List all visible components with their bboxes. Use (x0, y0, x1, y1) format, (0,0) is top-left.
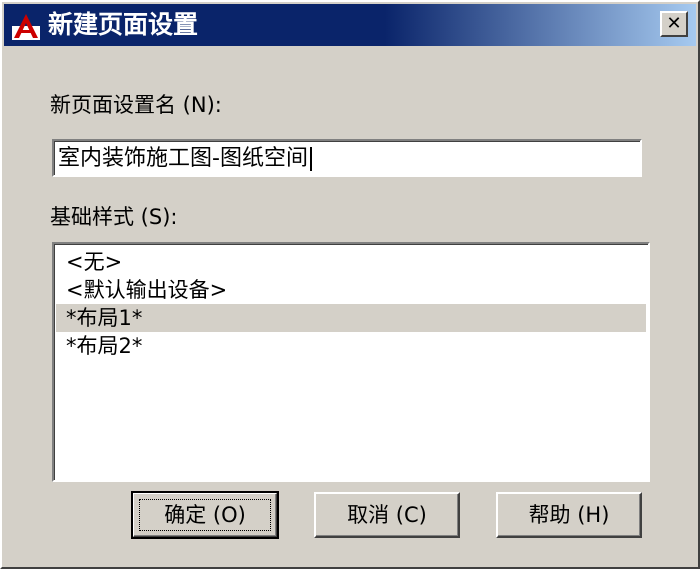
ok-button[interactable]: 确定 (O) (131, 491, 279, 539)
list-item[interactable]: <默认输出设备> (56, 276, 646, 304)
list-item[interactable]: <无> (56, 248, 646, 276)
base-style-label: 基础样式 (S): (50, 205, 178, 229)
title-bar[interactable]: 新建页面设置 ✕ (4, 4, 696, 46)
base-style-list[interactable]: <无> <默认输出设备> *布局1* *布局2* (52, 242, 650, 482)
text-caret (309, 147, 312, 171)
page-setup-name-input[interactable]: 室内装饰施工图-图纸空间 (52, 139, 642, 177)
new-page-setup-dialog: 新建页面设置 ✕ 新页面设置名 (N): 室内装饰施工图-图纸空间 基础样式 (… (0, 0, 700, 569)
list-item[interactable]: *布局2* (56, 332, 646, 360)
window-title: 新建页面设置 (48, 10, 199, 39)
cancel-button[interactable]: 取消 (C) (314, 492, 460, 538)
page-setup-name-label: 新页面设置名 (N): (50, 93, 222, 117)
close-icon: ✕ (666, 13, 682, 34)
autocad-logo-icon (12, 12, 40, 40)
close-button[interactable]: ✕ (660, 11, 688, 37)
list-item[interactable]: *布局1* (56, 304, 646, 332)
help-button[interactable]: 帮助 (H) (496, 492, 642, 538)
page-setup-name-value: 室内装饰施工图-图纸空间 (58, 146, 308, 171)
